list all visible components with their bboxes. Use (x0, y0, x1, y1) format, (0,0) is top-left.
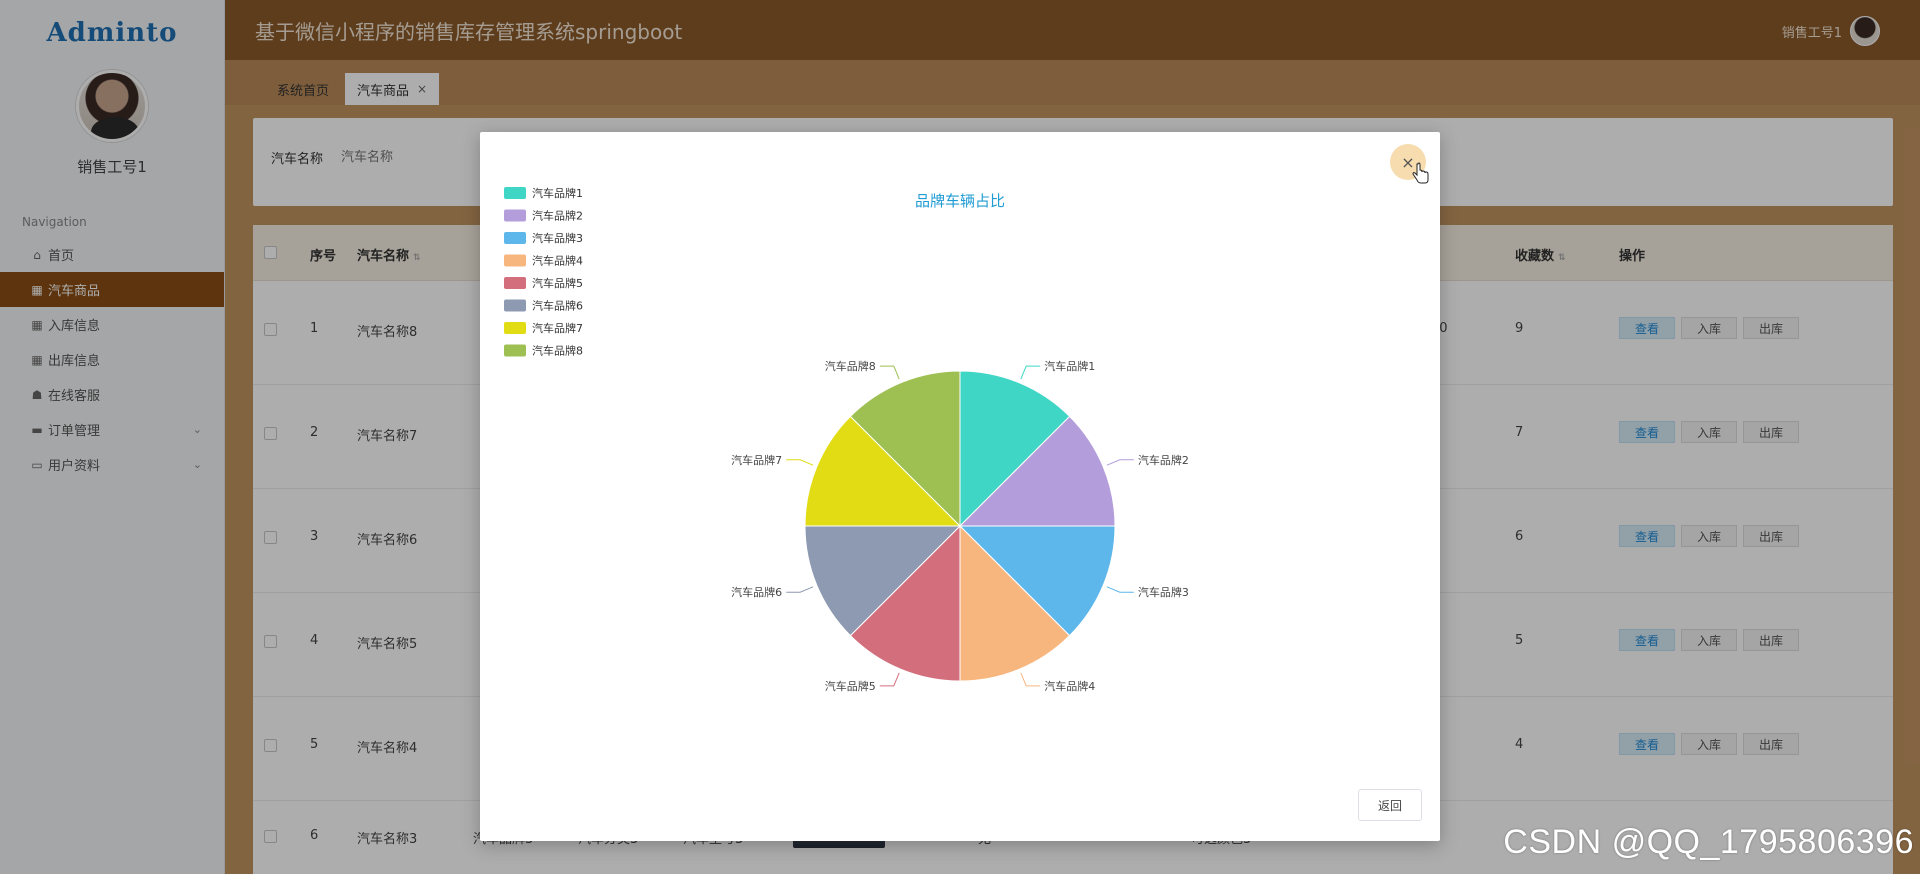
legend-swatch (504, 187, 526, 199)
legend-swatch (504, 322, 526, 334)
legend-swatch (504, 232, 526, 244)
slice-label-line (786, 586, 814, 593)
slice-label: 汽车品牌6 (731, 585, 782, 599)
legend-label: 汽车品牌5 (532, 276, 583, 290)
slice-label: 汽车品牌7 (731, 453, 782, 467)
legend-label: 汽车品牌6 (532, 299, 583, 313)
back-button[interactable]: 返回 (1358, 789, 1422, 821)
legend-label: 汽车品牌7 (532, 321, 583, 335)
slice-label: 汽车品牌8 (825, 359, 876, 373)
legend-label: 汽车品牌4 (532, 254, 583, 268)
chart-dialog: 品牌车辆占比 汽车品牌1 汽车品牌2 汽车品牌3 汽车品牌4 汽车品牌5 汽车品牌6 汽车品牌… (480, 132, 1440, 841)
legend-label: 汽车品牌3 (532, 231, 583, 245)
watermark: CSDN @QQ_1795806396 (1503, 823, 1914, 861)
slice-label-line (1020, 365, 1041, 380)
slice-label: 汽车品牌5 (825, 679, 876, 693)
slice-label-line (786, 459, 814, 466)
slice-label-line (879, 365, 900, 380)
legend-label: 汽车品牌2 (532, 209, 583, 223)
slice-label-line (879, 672, 900, 687)
slice-label: 汽车品牌4 (1044, 679, 1095, 693)
legend-swatch (504, 299, 526, 312)
slice-label-line (1106, 459, 1134, 466)
slice-label-line (1020, 672, 1041, 687)
slice-label: 汽车品牌2 (1138, 453, 1189, 467)
legend-swatch (504, 344, 526, 357)
legend-label: 汽车品牌8 (532, 344, 583, 358)
legend-swatch (504, 254, 526, 267)
brand-pie-chart: 品牌车辆占比汽车品牌1汽车品牌2汽车品牌3汽车品牌4汽车品牌5汽车品牌6汽车品牌… (504, 186, 1189, 693)
legend-label: 汽车品牌1 (532, 186, 583, 200)
slice-label: 汽车品牌1 (1044, 359, 1095, 373)
slice-label-line (1106, 586, 1134, 593)
chart-title: 品牌车辆占比 (915, 192, 1005, 210)
hand-cursor-icon (1412, 162, 1429, 184)
legend-swatch (504, 277, 526, 289)
slice-label: 汽车品牌3 (1138, 585, 1189, 599)
legend-swatch (504, 209, 526, 222)
